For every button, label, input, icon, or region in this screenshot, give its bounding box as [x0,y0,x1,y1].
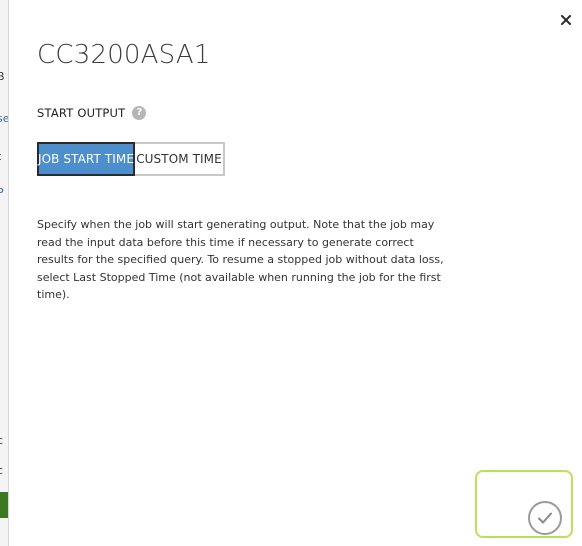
background-text-fragment: c [0,434,8,448]
background-link-fragment: se [0,112,9,125]
start-output-section-label: START OUTPUT ? [37,105,147,121]
close-button[interactable] [556,10,576,30]
background-link-fragment: P [0,186,8,200]
start-output-label: START OUTPUT [37,106,126,120]
job-start-time-option[interactable]: JOB START TIME [37,142,135,176]
close-icon [561,15,571,25]
start-output-description: Specify when the job will start generati… [37,218,444,302]
background-green-bar [0,492,8,518]
dialog-title: CC3200ASA1 [37,40,211,70]
start-output-toggle-group: JOB START TIME CUSTOM TIME [37,142,225,176]
dialog-page: B se t P c c CC3200ASA1 START OUTPUT ? J… [0,0,582,546]
help-icon[interactable]: ? [132,106,147,120]
custom-time-option[interactable]: CUSTOM TIME [135,142,225,176]
background-portal-strip: B se t P c c [0,0,9,546]
checkmark-icon [538,512,552,524]
background-text-fragment: B [0,70,8,84]
background-text-fragment: c [0,464,8,478]
background-text-fragment: t [0,150,8,164]
confirm-button[interactable] [528,501,562,535]
